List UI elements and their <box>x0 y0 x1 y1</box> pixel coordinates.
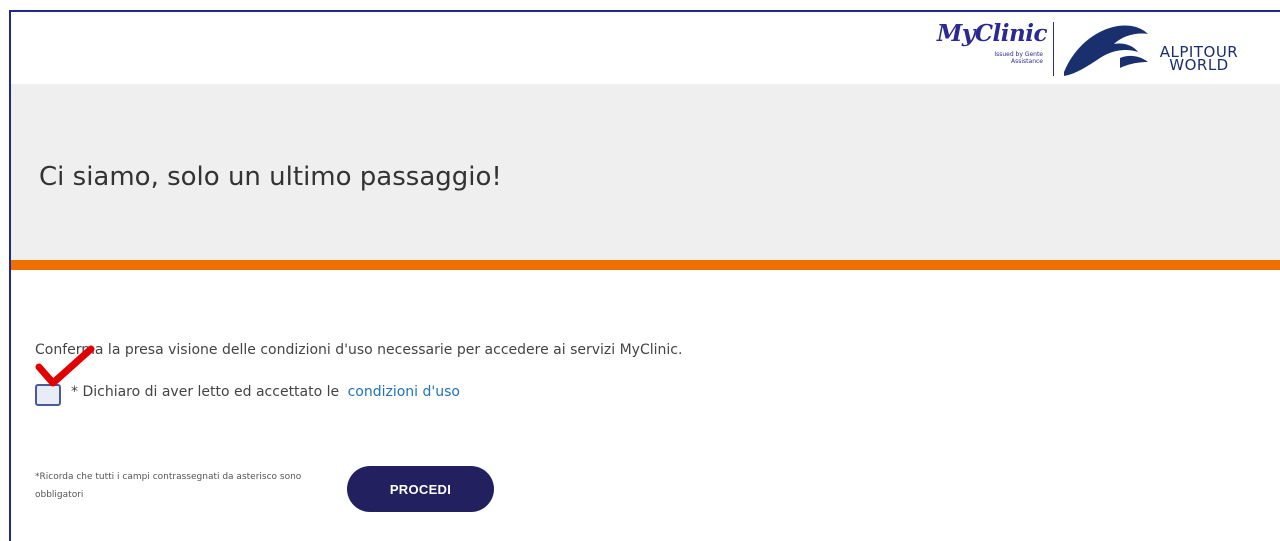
terms-checkbox-text: * Dichiaro di aver letto ed accettato le <box>71 384 340 400</box>
header: MyClinic Issued by Gente Assistance ALPI… <box>11 12 1280 84</box>
myclinic-logo-text: MyClinic <box>936 20 1048 47</box>
proceed-button[interactable]: PROCEDI <box>347 466 494 512</box>
alpitour-logo-text: ALPITOUR WORLD <box>1152 45 1246 73</box>
required-fields-note: *Ricorda che tutti i campi contrassegnat… <box>35 472 302 500</box>
myclinic-logo-subtext: Issued by Gente Assistance <box>994 51 1043 65</box>
consent-form: Conferma la presa visione delle condizio… <box>11 270 1280 541</box>
title-banner: Ci siamo, solo un ultimo passaggio! <box>11 84 1280 260</box>
page-title: Ci siamo, solo un ultimo passaggio! <box>39 162 502 192</box>
red-checkmark-annotation-icon <box>35 345 95 387</box>
alpitour-wave-icon <box>1064 25 1148 76</box>
accent-divider <box>11 260 1280 270</box>
terms-checkbox-label: * Dichiaro di aver letto ed accettato le… <box>71 384 460 400</box>
partner-logos: MyClinic Issued by Gente Assistance ALPI… <box>937 18 1246 80</box>
logo-divider <box>1053 22 1054 76</box>
alpitour-world-logo: ALPITOUR WORLD <box>1060 18 1246 80</box>
terms-of-use-link[interactable]: condizioni d'uso <box>348 384 460 400</box>
myclinic-logo: MyClinic Issued by Gente Assistance <box>937 18 1053 80</box>
confirm-instructions: Conferma la presa visione delle condizio… <box>35 342 683 358</box>
page-frame: MyClinic Issued by Gente Assistance ALPI… <box>9 10 1280 541</box>
